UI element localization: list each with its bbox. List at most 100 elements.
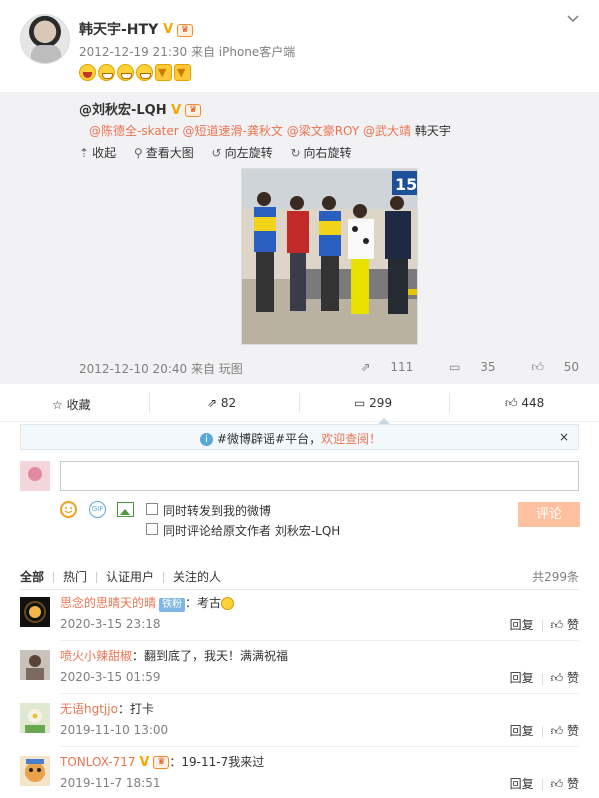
- comment-button[interactable]: ▭ 299: [354, 396, 392, 410]
- repost-photo[interactable]: 15: [241, 168, 418, 345]
- rotate-right-button[interactable]: ↻ 向右旋转: [290, 146, 351, 160]
- repost-author[interactable]: @刘秋宏-LQH V ♛: [79, 99, 202, 118]
- crown-icon: ♛: [177, 23, 194, 37]
- like-icon[interactable]: 👍︎: [551, 777, 564, 791]
- like-button[interactable]: 👍︎ 448: [505, 396, 544, 411]
- comment-like-button[interactable]: 赞: [567, 618, 579, 632]
- comment-like-button[interactable]: 赞: [567, 777, 579, 791]
- tabs-divider: [20, 589, 579, 590]
- comment-time: 2020-3-15 23:18: [60, 617, 161, 631]
- reply-button[interactable]: 回复: [510, 671, 534, 685]
- action-divider: [299, 393, 300, 413]
- search-icon: ⚲: [133, 146, 143, 160]
- view-large-label: 查看大图: [145, 146, 194, 160]
- commenter-name[interactable]: TONLOX-717: [60, 755, 136, 769]
- favorite-button[interactable]: ☆ 收藏: [52, 396, 91, 413]
- action-divider: [449, 393, 450, 413]
- view-large-button[interactable]: ⚲ 查看大图: [134, 146, 194, 160]
- vip-v-icon: V: [163, 22, 174, 37]
- comment-item: TONLOX-717 V ♛ ：19-11-7我来过: [60, 753, 264, 770]
- comment-item: 无语hgtjjo：打卡: [60, 700, 154, 717]
- avatar[interactable]: [20, 703, 50, 733]
- mention-link[interactable]: @梁文豪ROY: [287, 124, 359, 138]
- submit-comment-button[interactable]: 评论: [518, 502, 580, 527]
- commenter-name[interactable]: 思念的思晴天的晴: [60, 596, 156, 610]
- reply-button[interactable]: 回复: [510, 618, 534, 632]
- repost-comment-count[interactable]: ▭ 35: [433, 360, 495, 374]
- like-count-value: 50: [563, 360, 579, 374]
- avatar[interactable]: [20, 650, 50, 680]
- like-icon: 👍︎: [531, 360, 544, 374]
- notice-link[interactable]: 欢迎查阅！: [321, 432, 381, 446]
- my-avatar[interactable]: [20, 461, 50, 491]
- notice-text: #微博辟谣#平台，: [217, 432, 322, 446]
- comment-time: 2020-3-15 01:59: [60, 670, 161, 684]
- like-icon[interactable]: 👍︎: [551, 671, 564, 685]
- fan-badge: 铁粉: [159, 598, 186, 612]
- comment-to-origin-checkbox[interactable]: [146, 523, 158, 535]
- commenter-name[interactable]: 无语hgtjjo: [60, 702, 118, 716]
- vip-v-icon: V: [171, 102, 182, 118]
- like-icon[interactable]: 👍︎: [551, 618, 564, 632]
- avatar[interactable]: [20, 597, 50, 627]
- mention-link[interactable]: @陈德全-skater: [89, 124, 179, 138]
- comment-to-origin-label[interactable]: 同时评论给原文作者 刘秋宏-LQH: [163, 522, 340, 539]
- mention-tail: 韩天宇: [414, 124, 451, 138]
- collapse-icon: ⇡: [79, 146, 90, 160]
- smiley-icon[interactable]: [60, 501, 77, 518]
- repost-button[interactable]: ⇗ 82: [207, 396, 236, 410]
- comment-input[interactable]: [60, 461, 579, 491]
- tab-following[interactable]: 关注的人: [173, 570, 221, 584]
- repost-author-name[interactable]: @刘秋宏-LQH: [79, 103, 167, 118]
- mention-link[interactable]: @武大靖: [363, 124, 411, 138]
- mention-link[interactable]: @短道速滑-龚秋文: [183, 124, 283, 138]
- point-down-emoji-icon: [155, 64, 172, 81]
- comment-time: 2019-11-7 18:51: [60, 776, 161, 790]
- comment-count-value: 35: [480, 360, 496, 374]
- tab-verified[interactable]: 认证用户: [106, 570, 154, 584]
- close-icon[interactable]: ×: [559, 430, 569, 444]
- rotate-right-label: 向右旋转: [303, 146, 352, 160]
- repost-repost-count[interactable]: ⇗ 111: [344, 360, 413, 374]
- rotate-left-button[interactable]: ↺ 向左旋转: [212, 146, 273, 160]
- like-icon[interactable]: 👍︎: [551, 724, 564, 738]
- author-name[interactable]: 韩天宇-HTY V ♛: [79, 19, 194, 39]
- repost-mentions: @陈德全-skater @短道速滑-龚秋文 @梁文豪ROY @武大靖 韩天宇: [89, 122, 451, 139]
- comment-divider: [60, 746, 579, 747]
- repost-button-count: 82: [220, 396, 237, 410]
- tab-all[interactable]: 全部: [20, 570, 44, 584]
- repost-to-my-weibo-checkbox[interactable]: [146, 503, 158, 515]
- comment-filter-tabs: 全部 热门 认证用户 关注的人: [20, 568, 221, 585]
- repost-icon: ⇗: [360, 360, 371, 374]
- comment-time: 2019-11-10 13:00: [60, 723, 169, 737]
- comment-icon: ▭: [449, 360, 461, 374]
- image-icon[interactable]: [117, 502, 134, 517]
- comment-like-button[interactable]: 赞: [567, 671, 579, 685]
- avatar[interactable]: [20, 756, 50, 786]
- comment-actions: 回复 👍︎ 赞: [510, 669, 579, 686]
- reply-button[interactable]: 回复: [510, 777, 534, 791]
- commenter-name[interactable]: 喷火小辣甜椒: [60, 649, 132, 663]
- tab-hot[interactable]: 热门: [63, 570, 87, 584]
- gif-icon[interactable]: GIF: [89, 501, 106, 518]
- vip-v-icon: V: [139, 754, 150, 770]
- repost-to-my-weibo-label[interactable]: 同时转发到我的微博: [163, 502, 271, 519]
- comment-item: 思念的思晴天的晴 铁粉 ：考古: [60, 594, 235, 612]
- post-emoji-row: [79, 64, 193, 81]
- comment-actions: 回复 👍︎ 赞: [510, 775, 579, 792]
- info-icon: i: [200, 433, 213, 446]
- comment-button-count: 299: [369, 396, 393, 410]
- comment-like-button[interactable]: 赞: [567, 724, 579, 738]
- reply-button[interactable]: 回复: [510, 724, 534, 738]
- chevron-down-icon[interactable]: [565, 11, 581, 27]
- post-timestamp[interactable]: 2012-12-19 21:30 来自 iPhone客户端: [79, 43, 295, 60]
- repost-like-count[interactable]: 👍︎ 50: [515, 360, 579, 374]
- star-icon: ☆: [52, 398, 63, 412]
- collapse-button[interactable]: ⇡ 收起: [79, 146, 116, 160]
- repost-timestamp[interactable]: 2012-12-10 20:40 来自 玩图: [79, 360, 243, 377]
- rotate-left-icon: ↺: [211, 146, 222, 160]
- grin-emoji-icon: [117, 64, 134, 81]
- author-name-text[interactable]: 韩天宇-HTY: [79, 22, 158, 38]
- comment-icon: ▭: [354, 396, 366, 410]
- author-avatar[interactable]: [20, 14, 70, 64]
